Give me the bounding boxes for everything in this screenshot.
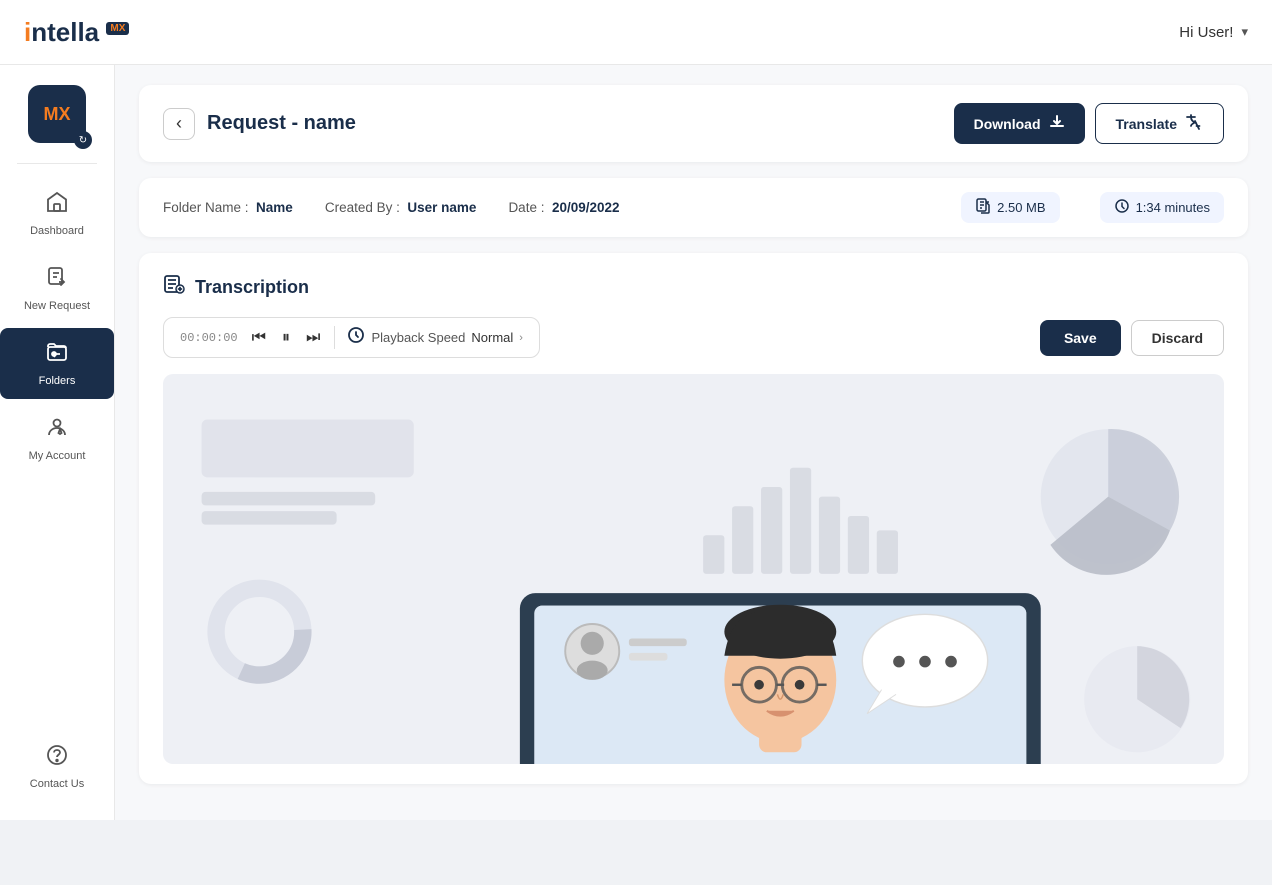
date-meta: Date : 20/09/2022	[508, 200, 619, 215]
sidebar-item-new-request-label: New Request	[24, 300, 90, 312]
translate-label: Translate	[1116, 116, 1177, 132]
sidebar-item-account-label: My Account	[29, 450, 86, 462]
player-row: 00:00:00 ⏮ ⏸ ⏭ Playback Speed Normal	[163, 317, 1224, 358]
folder-name-meta: Folder Name : Name	[163, 200, 293, 215]
main-layout: MX ↻ Dashboard New Reques	[0, 65, 1272, 820]
duration-value: 1:34 minutes	[1136, 200, 1210, 215]
dashboard-icon	[45, 190, 69, 220]
new-request-icon	[45, 265, 69, 295]
download-button[interactable]: Download	[954, 103, 1085, 144]
account-icon	[45, 415, 69, 445]
file-size-badge: 2.50 MB	[961, 192, 1059, 223]
playback-speed-label: Playback Speed	[371, 330, 465, 345]
download-label: Download	[974, 116, 1041, 132]
sidebar-item-new-request[interactable]: New Request	[0, 253, 114, 324]
player-time: 00:00:00	[180, 331, 238, 345]
playback-icon	[347, 326, 365, 349]
clock-icon	[1114, 198, 1130, 217]
duration-badge: 1:34 minutes	[1100, 192, 1224, 223]
illustration-svg: 2:14 6:00	[163, 374, 1224, 764]
transcription-title: Transcription	[163, 273, 1224, 301]
sidebar-item-contact-label: Contact Us	[30, 778, 84, 790]
transcription-icon	[163, 273, 185, 301]
sidebar-item-dashboard[interactable]: Dashboard	[0, 178, 114, 249]
file-size-icon	[975, 198, 991, 217]
back-button[interactable]: ‹	[163, 108, 195, 140]
avatar-text: MX	[44, 104, 71, 125]
page-title-area: ‹ Request - name	[163, 108, 356, 140]
back-icon: ‹	[176, 113, 182, 134]
page-header: ‹ Request - name Download Translate	[139, 85, 1248, 162]
contact-icon	[45, 743, 69, 773]
user-menu[interactable]: Hi User! ▾	[1179, 24, 1248, 41]
playback-speed-control[interactable]: Playback Speed Normal ›	[334, 326, 523, 349]
created-by-meta: Created By : User name	[325, 200, 477, 215]
player-actions: Save Discard	[1040, 320, 1224, 356]
content-area: ‹ Request - name Download Translate	[115, 65, 1272, 820]
video-illustration: 2:14 6:00	[163, 374, 1224, 764]
skip-back-button[interactable]: ⏮	[250, 329, 268, 347]
page-title: Request - name	[207, 112, 356, 135]
discard-button[interactable]: Discard	[1131, 320, 1224, 356]
sidebar-item-contact-us[interactable]: Contact Us	[0, 731, 114, 802]
pause-button[interactable]: ⏸	[280, 329, 292, 347]
translate-button[interactable]: Translate	[1095, 103, 1224, 144]
playback-speed-value: Normal	[471, 330, 513, 345]
logo-text: intella MX	[24, 17, 129, 48]
refresh-icon: ↻	[74, 131, 92, 149]
sidebar-item-dashboard-label: Dashboard	[30, 225, 84, 237]
file-size-value: 2.50 MB	[997, 200, 1045, 215]
player-controls: 00:00:00 ⏮ ⏸ ⏭ Playback Speed Normal	[163, 317, 540, 358]
transcription-heading: Transcription	[195, 277, 309, 298]
transcription-panel: Transcription 00:00:00 ⏮ ⏸ ⏭	[139, 253, 1248, 784]
chevron-down-icon: ▾	[1241, 24, 1248, 40]
avatar[interactable]: MX ↻	[28, 85, 86, 143]
folders-icon	[45, 340, 69, 370]
sidebar-item-my-account[interactable]: My Account	[0, 403, 114, 474]
sidebar-item-folders[interactable]: Folders	[0, 328, 114, 399]
save-button[interactable]: Save	[1040, 320, 1121, 356]
logo: intella MX	[24, 17, 129, 48]
chevron-right-icon: ›	[519, 332, 523, 344]
skip-forward-button[interactable]: ⏭	[304, 329, 322, 347]
translate-icon	[1185, 113, 1203, 134]
header-actions: Download Translate	[954, 103, 1224, 144]
sidebar: MX ↻ Dashboard New Reques	[0, 65, 115, 820]
sidebar-item-folders-label: Folders	[39, 375, 76, 387]
sidebar-divider	[17, 163, 97, 164]
top-header: intella MX Hi User! ▾	[0, 0, 1272, 65]
user-greeting: Hi User!	[1179, 24, 1233, 41]
meta-bar: Folder Name : Name Created By : User nam…	[139, 178, 1248, 237]
download-icon	[1049, 114, 1065, 133]
